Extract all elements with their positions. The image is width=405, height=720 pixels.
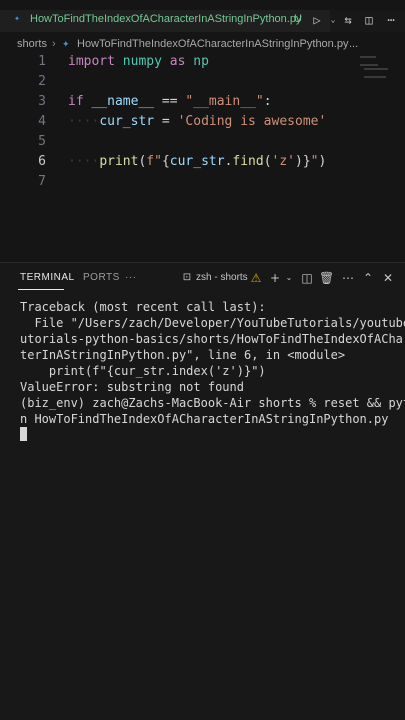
trash-icon[interactable]: 🗑 bbox=[319, 271, 334, 285]
terminal-line: Traceback (most recent call last): bbox=[20, 300, 266, 314]
code-token: np bbox=[193, 54, 209, 69]
code-line[interactable]: 5 bbox=[0, 132, 405, 152]
code-token: cur_str bbox=[169, 154, 225, 169]
tab-ports[interactable]: PORTS bbox=[83, 272, 120, 283]
code-text: ····cur_str = 'Coding is awesome' bbox=[68, 112, 326, 132]
tab-terminal[interactable]: TERMINAL bbox=[20, 272, 75, 283]
code-line[interactable]: 2 bbox=[0, 72, 405, 92]
dropdown-icon[interactable]: ⌄ bbox=[282, 271, 296, 285]
more-icon[interactable]: ⋯ bbox=[341, 271, 355, 285]
terminal-line: print(f"{cur_str.index('z')}") bbox=[20, 364, 266, 378]
panel-header: TERMINAL PORTS ··· ⊡ zsh - shorts ⚠ + ⌄ … bbox=[0, 263, 405, 293]
active-tab-indicator bbox=[18, 289, 64, 290]
terminal[interactable]: Traceback (most recent call last): File … bbox=[0, 293, 405, 720]
code-token: { bbox=[161, 154, 170, 169]
run-dropdown-icon[interactable]: ⌄ bbox=[326, 13, 340, 27]
terminal-line: n HowToFindTheIndexOfACharacterInAString… bbox=[20, 412, 389, 426]
git-status-badge: U bbox=[294, 13, 302, 25]
code-token: if bbox=[68, 94, 84, 109]
code-line[interactable]: 4 ····cur_str = 'Coding is awesome' bbox=[0, 112, 405, 132]
code-text: ····print(f"{cur_str.find('z')}") bbox=[68, 152, 326, 172]
code-token: " bbox=[310, 154, 319, 169]
code-line[interactable]: 6 ····print(f"{cur_str.find('z')}") bbox=[0, 152, 405, 172]
minimap[interactable] bbox=[360, 54, 392, 94]
terminal-line: ValueError: substring not found bbox=[20, 380, 244, 394]
editor-tab[interactable]: ✦ HowToFindTheIndexOfACharacterInAString… bbox=[0, 10, 330, 32]
code-token: ( bbox=[263, 154, 272, 169]
code-token: numpy bbox=[122, 54, 162, 69]
python-file-icon: ✦ bbox=[62, 39, 70, 49]
code-text: if __name__ == "__main__": bbox=[68, 92, 272, 112]
line-number: 2 bbox=[38, 74, 46, 89]
minimap-line bbox=[364, 76, 386, 78]
chevron-right-icon: › bbox=[52, 38, 56, 50]
code-token: == bbox=[154, 94, 186, 109]
code-token: ) bbox=[318, 154, 327, 169]
more-actions-icon[interactable]: ⋯ bbox=[384, 13, 398, 27]
code-token: as bbox=[169, 54, 186, 69]
terminal-line: File "/Users/zach/Developer/YouTubeTutor… bbox=[20, 316, 405, 330]
split-terminal-icon[interactable]: ◫ bbox=[300, 271, 314, 285]
terminal-line: terInAStringInPython.py", line 6, in <mo… bbox=[20, 348, 346, 362]
code-line[interactable]: 3 if __name__ == "__main__": bbox=[0, 92, 405, 112]
line-number: 7 bbox=[38, 174, 46, 189]
code-token: f" bbox=[146, 154, 162, 169]
run-icon[interactable]: ▷ bbox=[310, 13, 324, 27]
line-number: 4 bbox=[38, 114, 46, 129]
split-editor-icon[interactable]: ◫ bbox=[362, 13, 376, 27]
code-token: import bbox=[68, 54, 115, 69]
line-number: 5 bbox=[38, 134, 46, 149]
code-token: 'Coding is awesome' bbox=[177, 114, 327, 129]
code-token: 'z' bbox=[271, 154, 296, 169]
breadcrumb-more[interactable]: ... bbox=[349, 38, 358, 50]
code-editor[interactable]: 1 import numpy as np 2 3 if __name__ == "__m… bbox=[0, 54, 405, 262]
new-terminal-icon[interactable]: + bbox=[268, 271, 282, 285]
code-line[interactable]: 1 import numpy as np bbox=[0, 52, 405, 72]
minimap-line bbox=[360, 64, 378, 66]
code-token: ···· bbox=[68, 154, 100, 169]
code-token: = bbox=[154, 114, 178, 129]
code-token: __name__ bbox=[91, 94, 155, 109]
terminal-icon: ⊡ bbox=[182, 272, 192, 283]
code-token: "__main__" bbox=[185, 94, 264, 109]
terminal-line: (biz_env) zach@Zachs-MacBook-Air shorts … bbox=[20, 396, 405, 410]
breadcrumb-folder[interactable]: shorts bbox=[17, 38, 47, 50]
code-token: print bbox=[99, 154, 139, 169]
chevron-right-icon: › bbox=[340, 38, 344, 50]
close-icon[interactable]: ✕ bbox=[381, 271, 395, 285]
minimap-line bbox=[364, 68, 388, 70]
editor-tab-bar: ✦ HowToFindTheIndexOfACharacterInAString… bbox=[0, 10, 405, 32]
code-token: )} bbox=[295, 154, 311, 169]
compare-changes-icon[interactable]: ⇆ bbox=[341, 13, 355, 27]
code-token: ···· bbox=[68, 114, 100, 129]
terminal-name[interactable]: zsh - shorts bbox=[196, 272, 248, 283]
line-number: 1 bbox=[38, 54, 46, 69]
breadcrumb-file[interactable]: HowToFindTheIndexOfACharacterInAStringIn… bbox=[77, 38, 348, 50]
code-token: : bbox=[263, 94, 272, 109]
python-file-icon: ✦ bbox=[14, 13, 21, 24]
line-number: 3 bbox=[38, 94, 46, 109]
warning-icon[interactable]: ⚠ bbox=[249, 271, 263, 285]
code-token: find bbox=[232, 154, 264, 169]
code-token: cur_str bbox=[99, 114, 155, 129]
minimap-line bbox=[360, 56, 376, 58]
terminal-line: utorials-python-basics/shorts/HowToFindT… bbox=[20, 332, 405, 346]
panel-more-tabs[interactable]: ··· bbox=[125, 272, 137, 283]
code-text: import numpy as np bbox=[68, 52, 209, 72]
tab-file-name: HowToFindTheIndexOfACharacterInAStringIn… bbox=[30, 13, 302, 25]
terminal-cursor bbox=[20, 427, 27, 441]
line-number: 6 bbox=[38, 154, 46, 169]
maximize-icon[interactable]: ⌃ bbox=[361, 271, 375, 285]
code-line[interactable]: 7 bbox=[0, 172, 405, 192]
